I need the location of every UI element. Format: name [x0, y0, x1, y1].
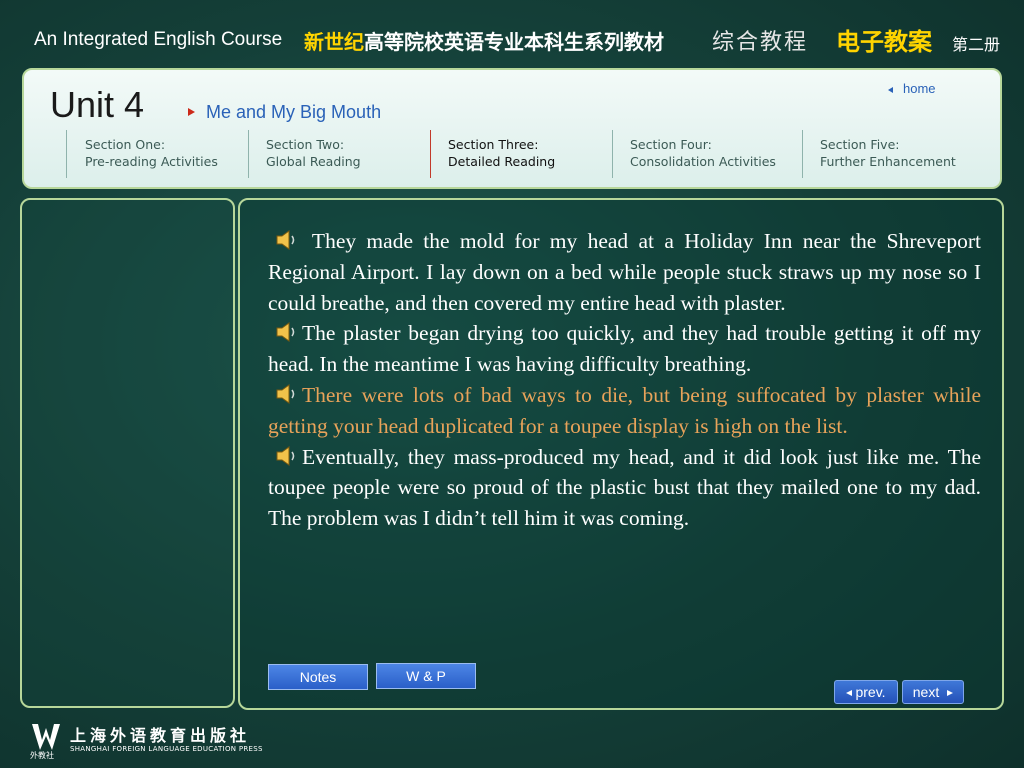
- unit-label: Unit 4: [50, 84, 145, 125]
- content-panel: They made the mold for my head at a Holi…: [238, 198, 1004, 710]
- section-divider: [802, 130, 803, 178]
- section-divider: [612, 130, 613, 178]
- next-button[interactable]: next: [902, 680, 964, 704]
- section-divider: [248, 130, 249, 178]
- section-number: Section One:: [85, 137, 166, 152]
- course-title: An Integrated English Course: [34, 29, 283, 50]
- top-header: An Integrated English Course 新世纪高等院校英语专业…: [0, 0, 1024, 66]
- triangle-left-icon: [846, 690, 853, 697]
- volume-label: 第二册: [952, 35, 1001, 54]
- publisher-name: 上海外语教育出版社: [70, 726, 251, 745]
- reading-text: They made the mold for my head at a Holi…: [268, 226, 981, 534]
- publisher-short-name: 外教社: [30, 751, 54, 760]
- speaker-icon[interactable]: [268, 321, 298, 343]
- publisher-footer: 外教社 上海外语教育出版社 SHANGHAI FOREIGN LANGUAGE …: [28, 718, 273, 762]
- home-label: home: [903, 81, 936, 96]
- paragraph: They made the mold for my head at a Holi…: [268, 226, 981, 318]
- e-lesson-title: 电子教案: [836, 28, 932, 56]
- section-link-five[interactable]: Section Five: Further Enhancement: [820, 136, 956, 170]
- speaker-icon[interactable]: [268, 445, 298, 467]
- paragraph-text: There were lots of bad ways to die, but …: [268, 382, 981, 438]
- unit-nav-panel: Unit 4 Me and My Big Mouth home Section …: [22, 68, 1002, 189]
- words-phrases-button[interactable]: W & P: [376, 663, 476, 689]
- next-label: next: [912, 684, 940, 700]
- section-number: Section Three:: [448, 137, 539, 152]
- paragraph-text: Eventually, they mass-produced my head, …: [268, 444, 981, 531]
- notes-button[interactable]: Notes: [268, 664, 368, 690]
- prev-label: prev.: [855, 684, 886, 700]
- section-link-four[interactable]: Section Four: Consolidation Activities: [630, 136, 776, 170]
- triangle-right-icon: [188, 108, 195, 116]
- section-divider: [66, 130, 67, 178]
- section-name: Further Enhancement: [820, 154, 956, 169]
- series-title-rest: 高等院校英语专业本科生系列教材: [364, 30, 664, 54]
- paragraph-text: They made the mold for my head at a Holi…: [268, 229, 981, 315]
- book-title: 综合教程: [712, 30, 809, 55]
- lesson-title: Me and My Big Mouth: [206, 102, 382, 122]
- home-link[interactable]: home: [888, 81, 936, 96]
- section-link-two[interactable]: Section Two: Global Reading: [266, 136, 361, 170]
- section-name: Global Reading: [266, 154, 361, 169]
- series-title: 新世纪高等院校英语专业本科生系列教材: [304, 26, 664, 55]
- section-name: Pre-reading Activities: [85, 154, 218, 169]
- section-number: Section Five:: [820, 137, 900, 152]
- section-name: Detailed Reading: [448, 154, 556, 169]
- section-number: Section Four:: [630, 137, 712, 152]
- publisher-name-en: SHANGHAI FOREIGN LANGUAGE EDUCATION PRES…: [70, 745, 263, 753]
- paragraph-highlighted: There were lots of bad ways to die, but …: [268, 380, 981, 442]
- paragraph: The plaster began drying too quickly, an…: [268, 318, 981, 380]
- side-panel: [20, 198, 235, 708]
- triangle-left-icon: [888, 86, 893, 93]
- speaker-icon[interactable]: [268, 383, 298, 405]
- section-link-one[interactable]: Section One: Pre-reading Activities: [85, 136, 218, 170]
- paragraph-text: The plaster began drying too quickly, an…: [268, 321, 981, 377]
- section-link-three[interactable]: Section Three: Detailed Reading: [448, 136, 555, 170]
- section-name: Consolidation Activities: [630, 154, 776, 169]
- section-divider-active: [430, 130, 431, 178]
- series-title-highlight: 新世纪: [304, 30, 364, 54]
- prev-button[interactable]: prev.: [834, 680, 898, 704]
- paragraph: Eventually, they mass-produced my head, …: [268, 442, 981, 534]
- speaker-icon[interactable]: [268, 229, 298, 251]
- triangle-right-icon: [947, 690, 954, 697]
- section-number: Section Two:: [266, 137, 345, 152]
